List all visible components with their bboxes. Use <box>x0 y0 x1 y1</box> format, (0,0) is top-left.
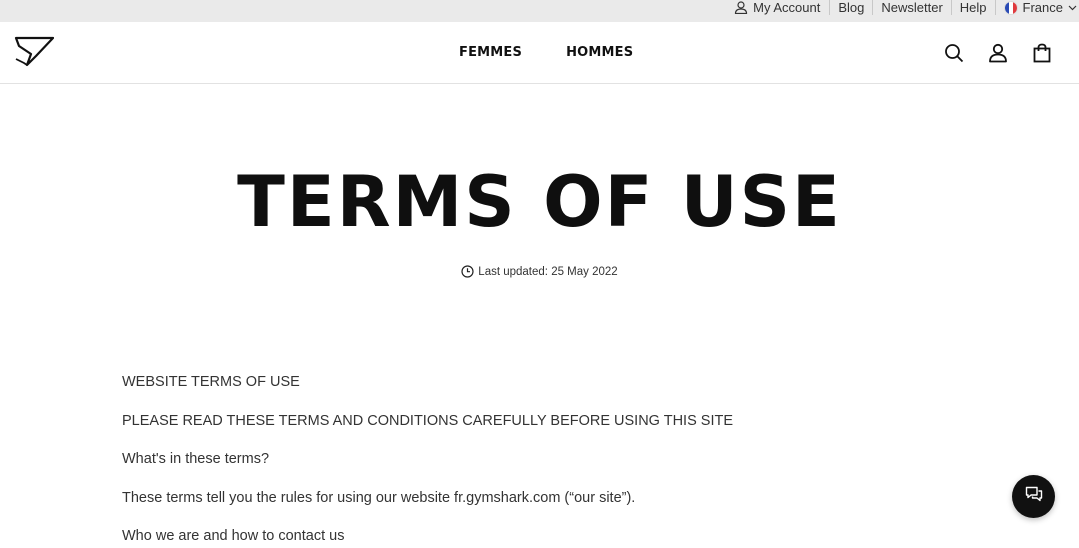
paragraph: What's in these terms? <box>122 451 270 468</box>
help-link[interactable]: Help <box>952 0 996 15</box>
paragraph: Who we are and how to contact us <box>122 528 345 545</box>
terms-content: WEBSITE TERMS OF USE PLEASE READ THESE T… <box>122 373 882 548</box>
newsletter-label: Newsletter <box>881 0 943 15</box>
country-label: France <box>1022 0 1063 15</box>
blog-label: Blog <box>838 0 865 15</box>
shopping-bag-icon[interactable] <box>1032 42 1052 64</box>
paragraph: These terms tell you the rules for using… <box>122 489 636 506</box>
country-selector[interactable]: France <box>996 0 1079 15</box>
utility-bar: My Account Blog Newsletter Help France <box>0 0 1079 22</box>
chat-icon <box>1025 486 1043 507</box>
paragraph: PLEASE READ THESE TERMS AND CONDITIONS C… <box>122 412 734 429</box>
brand-logo[interactable] <box>14 36 55 68</box>
header-actions <box>944 42 1052 64</box>
nav-women[interactable]: FEMMES <box>459 45 522 60</box>
nav-men[interactable]: HOMMES <box>566 45 633 60</box>
last-updated-text: Last updated: 25 May 2022 <box>478 265 618 278</box>
blog-link[interactable]: Blog <box>830 0 874 15</box>
primary-nav: FEMMES HOMMES <box>459 45 633 60</box>
main-header: FEMMES HOMMES <box>0 22 1079 84</box>
chevron-down-icon <box>1068 5 1077 11</box>
my-account-label: My Account <box>753 0 821 15</box>
user-icon[interactable] <box>988 42 1008 64</box>
paragraph: WEBSITE TERMS OF USE <box>122 374 300 390</box>
my-account-link[interactable]: My Account <box>726 0 831 15</box>
clock-icon <box>461 265 474 278</box>
chat-button[interactable] <box>1012 475 1055 518</box>
help-label: Help <box>959 0 987 15</box>
search-icon[interactable] <box>944 42 964 64</box>
newsletter-link[interactable]: Newsletter <box>873 0 952 15</box>
page-title: TERMS OF USE <box>237 161 842 243</box>
france-flag-icon <box>1003 0 1018 15</box>
user-icon <box>734 1 748 14</box>
last-updated: Last updated: 25 May 2022 <box>0 265 1079 278</box>
